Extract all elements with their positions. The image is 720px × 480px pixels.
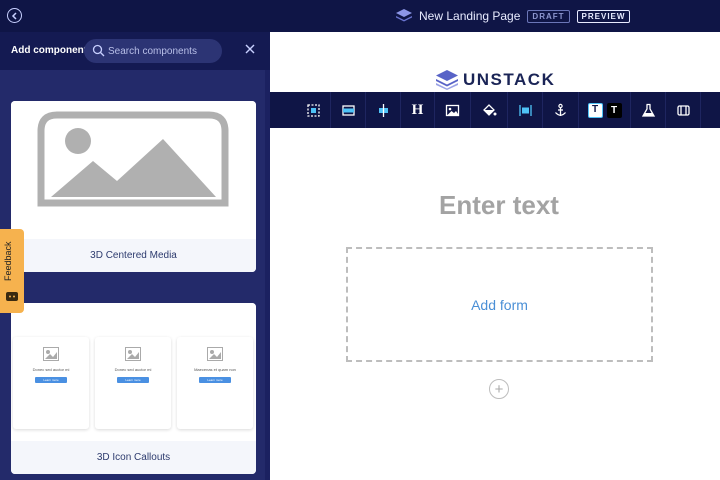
mini-callout-button: Learn more	[199, 377, 231, 383]
tool-align[interactable]	[366, 92, 401, 128]
width-icon	[518, 104, 532, 116]
chat-icon	[6, 292, 18, 301]
select-icon	[307, 103, 320, 117]
close-icon[interactable]	[243, 42, 257, 56]
tool-width[interactable]	[508, 92, 543, 128]
component-card-3d-centered-media[interactable]: 3D Centered Media	[11, 101, 256, 272]
tool-text-style[interactable]: T T	[579, 92, 631, 128]
tool-image[interactable]	[435, 92, 471, 128]
page-title-group: New Landing Page DRAFT PREVIEW	[396, 8, 631, 24]
mini-callout-button: Learn more	[35, 377, 67, 383]
heading-icon: H	[411, 101, 424, 118]
sidebar-header: Add component	[0, 32, 270, 70]
image-placeholder-icon	[207, 347, 223, 361]
layout-icon	[676, 104, 690, 116]
feedback-label: Feedback	[3, 241, 13, 281]
search-input[interactable]	[108, 42, 218, 60]
mini-callout: Maecenas et quam non Learn more	[177, 337, 253, 429]
section-heading[interactable]: Enter text	[270, 190, 720, 221]
top-bar: New Landing Page DRAFT PREVIEW	[0, 0, 720, 32]
preview-button[interactable]: PREVIEW	[576, 9, 631, 23]
image-placeholder-icon	[43, 347, 59, 361]
text-style-dark-icon: T	[606, 102, 622, 118]
tool-media[interactable]	[331, 92, 366, 128]
tool-layout[interactable]	[666, 92, 701, 128]
tool-experiment[interactable]	[631, 92, 666, 128]
search-icon	[92, 44, 105, 57]
tool-fill[interactable]	[471, 92, 508, 128]
anchor-icon	[555, 103, 566, 116]
flask-icon	[641, 103, 655, 117]
section-toolbar: H T T	[270, 92, 720, 128]
tool-heading[interactable]: H	[401, 92, 435, 128]
add-section-button[interactable]: +	[489, 379, 509, 399]
sidebar-title: Add component	[11, 45, 88, 56]
card-label: 3D Centered Media	[90, 250, 177, 261]
back-button[interactable]	[7, 8, 22, 23]
search-box[interactable]	[84, 39, 222, 63]
tool-anchor[interactable]	[543, 92, 579, 128]
card-preview	[11, 101, 256, 239]
unstack-logo-icon	[436, 70, 458, 90]
text-style-icon: T	[587, 102, 603, 118]
component-sidebar: Add component 3D Centered Media	[0, 32, 270, 480]
mini-callout-text: Donec sed auctor mi	[32, 367, 70, 372]
mini-callout: Donec sed auctor mi Learn more	[13, 337, 89, 429]
image-placeholder-icon	[125, 347, 141, 361]
image-placeholder-icon	[37, 111, 229, 207]
draft-badge: DRAFT	[527, 9, 570, 23]
mini-callout: Donec sed auctor mi Learn more	[95, 337, 171, 429]
component-card-3d-icon-callouts[interactable]: Donec sed auctor mi Learn more Donec sed…	[11, 303, 256, 474]
mini-callout-text: Donec sed auctor mi	[114, 367, 152, 372]
card-preview: Donec sed auctor mi Learn more Donec sed…	[11, 303, 256, 441]
image-icon	[445, 104, 460, 116]
feedback-tab[interactable]: Feedback	[0, 229, 24, 313]
chevron-left-icon	[11, 11, 17, 20]
tool-select[interactable]	[297, 92, 331, 128]
align-icon	[378, 103, 388, 117]
plus-icon: +	[494, 380, 504, 398]
fill-icon	[482, 103, 496, 116]
page-canvas: UNSTACK H T T Enter text Add form +	[270, 32, 720, 480]
mini-callout-text: Maecenas et quam non	[194, 367, 236, 372]
add-form-placeholder[interactable]: Add form	[346, 247, 653, 362]
media-icon	[341, 104, 355, 116]
unstack-logo-icon	[396, 9, 412, 22]
add-form-label: Add form	[471, 296, 528, 313]
brand-name: UNSTACK	[463, 70, 556, 89]
page-title[interactable]: New Landing Page	[419, 9, 520, 23]
mini-callout-button: Learn more	[117, 377, 149, 383]
brand-logo[interactable]: UNSTACK	[436, 70, 555, 90]
card-label: 3D Icon Callouts	[96, 452, 171, 463]
